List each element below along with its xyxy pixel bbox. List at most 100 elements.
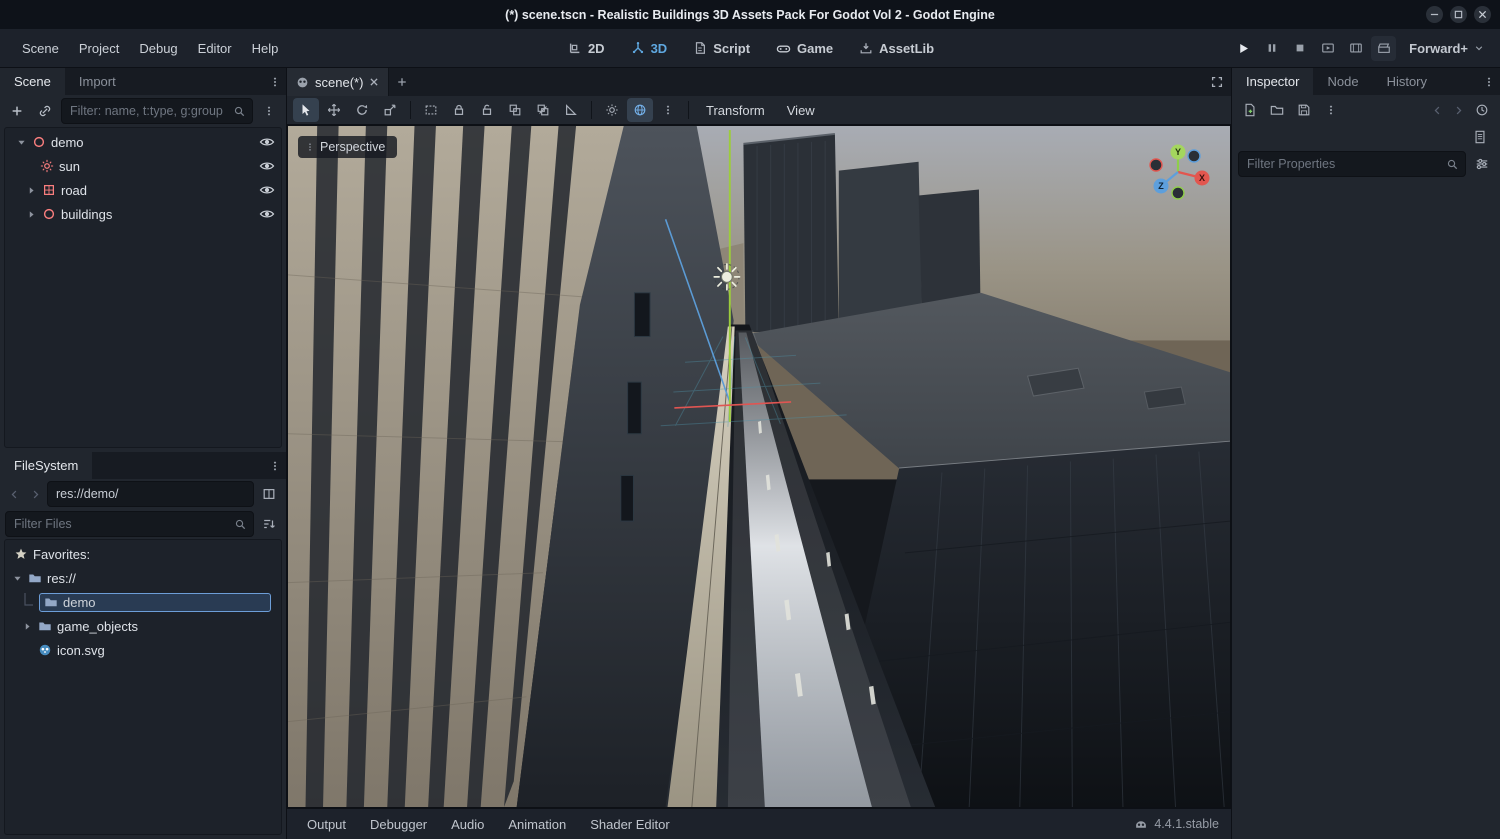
object-history-button[interactable] bbox=[1470, 98, 1494, 122]
edit-back-button[interactable] bbox=[1428, 99, 1446, 121]
sort-files-button[interactable] bbox=[257, 512, 281, 536]
play-button[interactable] bbox=[1231, 36, 1256, 61]
fs-row-demo[interactable]: demo bbox=[5, 590, 281, 614]
add-node-button[interactable] bbox=[5, 99, 29, 123]
godot-file-icon bbox=[39, 644, 51, 656]
visibility-eye-icon[interactable] bbox=[259, 182, 275, 198]
group-selected-button[interactable] bbox=[502, 98, 528, 122]
current-path-field[interactable] bbox=[54, 486, 247, 502]
new-scene-tab-button[interactable] bbox=[389, 68, 415, 96]
workspace-assetlib[interactable]: AssetLib bbox=[848, 36, 945, 61]
sun-gizmo[interactable] bbox=[713, 263, 741, 291]
expander-right-icon[interactable] bbox=[26, 209, 37, 220]
move-tool-button[interactable] bbox=[321, 98, 347, 122]
menu-editor[interactable]: Editor bbox=[188, 36, 242, 61]
maximize-button[interactable] bbox=[1450, 6, 1467, 23]
split-view-button[interactable] bbox=[257, 482, 281, 506]
expander-down-icon[interactable] bbox=[16, 137, 27, 148]
scene-extra-options-button[interactable] bbox=[257, 99, 281, 123]
resource-extra-options-button[interactable] bbox=[1319, 98, 1343, 122]
visibility-eye-icon[interactable] bbox=[259, 206, 275, 222]
ruler-tool-button[interactable] bbox=[558, 98, 584, 122]
tab-history[interactable]: History bbox=[1373, 68, 1441, 95]
bottom-tab-output[interactable]: Output bbox=[295, 812, 358, 837]
view-menu[interactable]: View bbox=[777, 100, 825, 121]
workspace-game[interactable]: Game bbox=[765, 36, 844, 61]
scale-tool-button[interactable] bbox=[377, 98, 403, 122]
bottom-tab-animation[interactable]: Animation bbox=[496, 812, 578, 837]
orientation-gizmo[interactable]: Y X Z bbox=[1144, 138, 1220, 204]
tab-scene[interactable]: Scene bbox=[0, 68, 65, 95]
workspace-2d[interactable]: 2D bbox=[557, 36, 616, 61]
open-documentation-button[interactable] bbox=[1468, 125, 1492, 149]
bottom-tab-shader-editor[interactable]: Shader Editor bbox=[578, 812, 682, 837]
play-custom-scene-button[interactable] bbox=[1343, 36, 1368, 61]
tree-row-buildings[interactable]: buildings bbox=[5, 202, 281, 226]
property-filter-options-button[interactable] bbox=[1470, 152, 1494, 176]
version-info[interactable]: 4.4.1.stable bbox=[1134, 817, 1223, 831]
menu-help[interactable]: Help bbox=[242, 36, 289, 61]
inspector-dock-menu-button[interactable] bbox=[1478, 68, 1500, 95]
close-button[interactable] bbox=[1474, 6, 1491, 23]
play-scene-button[interactable] bbox=[1315, 36, 1340, 61]
renderer-select[interactable]: Forward+ bbox=[1399, 37, 1490, 60]
expander-down-icon[interactable] bbox=[12, 573, 23, 584]
tree-row-sun[interactable]: sun bbox=[5, 154, 281, 178]
tree-row-road[interactable]: road bbox=[5, 178, 281, 202]
distraction-free-button[interactable] bbox=[1203, 68, 1231, 96]
filesystem-menu-button[interactable] bbox=[264, 452, 286, 479]
movie-mode-button[interactable] bbox=[1371, 35, 1397, 61]
visibility-eye-icon[interactable] bbox=[259, 158, 275, 174]
transform-menu[interactable]: Transform bbox=[696, 100, 775, 121]
workspace-3d[interactable]: 3D bbox=[620, 36, 679, 61]
menu-scene[interactable]: Scene bbox=[12, 36, 69, 61]
expander-right-icon[interactable] bbox=[22, 621, 33, 632]
history-forward-button[interactable] bbox=[26, 483, 44, 505]
stop-button[interactable] bbox=[1287, 36, 1312, 61]
history-back-button[interactable] bbox=[5, 483, 23, 505]
viewport-3d-render bbox=[288, 126, 1230, 807]
tab-node[interactable]: Node bbox=[1313, 68, 1372, 95]
search-icon bbox=[234, 106, 245, 116]
new-resource-button[interactable] bbox=[1238, 98, 1262, 122]
tree-row-demo[interactable]: demo bbox=[5, 130, 281, 154]
fs-row-favorites[interactable]: Favorites: bbox=[5, 542, 281, 566]
lock-selected-button[interactable] bbox=[446, 98, 472, 122]
menu-project[interactable]: Project bbox=[69, 36, 129, 61]
pause-button[interactable] bbox=[1259, 36, 1284, 61]
perspective-menu-button[interactable]: Perspective bbox=[298, 136, 398, 158]
fs-row-icon-svg[interactable]: icon.svg bbox=[5, 638, 281, 662]
tab-import[interactable]: Import bbox=[65, 68, 130, 95]
visibility-eye-icon[interactable] bbox=[259, 134, 275, 150]
fs-row-res[interactable]: res:// bbox=[5, 566, 281, 590]
tab-close-icon[interactable] bbox=[369, 77, 379, 87]
load-resource-button[interactable] bbox=[1265, 98, 1289, 122]
tab-filesystem[interactable]: FileSystem bbox=[0, 452, 93, 479]
expander-right-icon[interactable] bbox=[26, 185, 37, 196]
minimize-button[interactable] bbox=[1426, 6, 1443, 23]
scene-tab[interactable]: scene(*) bbox=[287, 68, 390, 96]
rotate-tool-button[interactable] bbox=[349, 98, 375, 122]
workspace-script[interactable]: Script bbox=[682, 36, 761, 61]
unlock-selected-button[interactable] bbox=[474, 98, 500, 122]
filter-properties-input[interactable] bbox=[1245, 156, 1446, 172]
bottom-tab-debugger[interactable]: Debugger bbox=[358, 812, 439, 837]
bottom-tab-audio[interactable]: Audio bbox=[439, 812, 496, 837]
edit-forward-button[interactable] bbox=[1449, 99, 1467, 121]
scene-filter-input[interactable] bbox=[68, 103, 233, 119]
fs-label: demo bbox=[63, 594, 96, 610]
fs-row-game-objects[interactable]: game_objects bbox=[5, 614, 281, 638]
tab-inspector[interactable]: Inspector bbox=[1232, 68, 1314, 95]
box-select-tool-button[interactable] bbox=[418, 98, 444, 122]
save-resource-button[interactable] bbox=[1292, 98, 1316, 122]
viewport-3d[interactable]: Perspective Y X Z bbox=[287, 125, 1231, 808]
ungroup-selected-button[interactable] bbox=[530, 98, 556, 122]
toggle-sunlight-button[interactable] bbox=[599, 98, 625, 122]
select-tool-button[interactable] bbox=[293, 98, 319, 122]
instance-scene-button[interactable] bbox=[33, 99, 57, 123]
menu-debug[interactable]: Debug bbox=[129, 36, 187, 61]
toggle-environment-button[interactable] bbox=[627, 98, 653, 122]
scene-dock-menu-button[interactable] bbox=[264, 68, 286, 95]
filter-files-input[interactable] bbox=[12, 516, 234, 532]
camera-options-button[interactable] bbox=[655, 98, 681, 122]
